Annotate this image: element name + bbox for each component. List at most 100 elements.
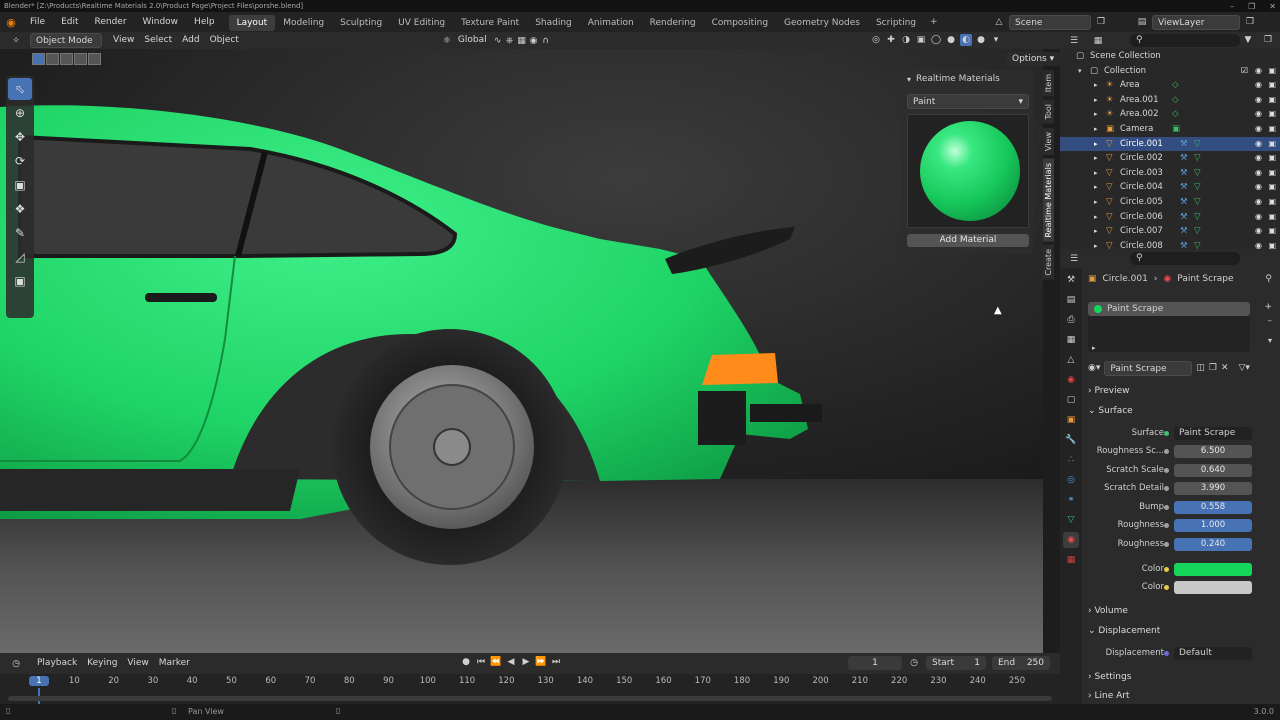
sidebar-tab-view[interactable]: View [1043, 127, 1054, 155]
workspace-tab-uv-editing[interactable]: UV Editing [390, 15, 453, 31]
play-icon[interactable]: ▶ [520, 656, 532, 668]
surface-section[interactable]: ⌄ Surface [1088, 406, 1133, 416]
scene-tab-icon[interactable]: △ [1063, 352, 1079, 368]
jump-keyframe-forward-icon[interactable]: ⏩ [535, 656, 547, 668]
outliner-item[interactable]: ▸ ▽ Circle.004 ⚒ ▽ ◉ ▣ [1060, 180, 1280, 195]
snap-target-icon[interactable]: ▦ [516, 35, 528, 47]
camera-render-icon[interactable]: ▣ [1268, 107, 1276, 122]
falloff-icon[interactable]: ∩ [540, 35, 552, 47]
options-dropdown[interactable]: Options ▾ [1006, 52, 1061, 66]
play-reverse-icon[interactable]: ◀ [505, 656, 517, 668]
measure-tool-icon[interactable]: ◿ [8, 246, 32, 268]
filter-icon[interactable]: ▼ [1242, 34, 1254, 46]
scale-tool-icon[interactable]: ▣ [8, 174, 32, 196]
settings-section[interactable]: › Settings [1088, 672, 1131, 682]
texture-tab-icon[interactable]: ▦ [1063, 552, 1079, 568]
data-tab-icon[interactable]: ▽ [1063, 512, 1079, 528]
select-box-tool-icon[interactable]: ⬁ [8, 78, 32, 100]
outliner-scene-collection[interactable]: ▢ Scene Collection [1060, 49, 1280, 64]
selection-mode-new-icon[interactable] [32, 53, 45, 65]
current-frame-field[interactable]: 1 [848, 656, 902, 670]
wireframe-shading-icon[interactable]: ◯ [930, 34, 942, 46]
expand-arrow-icon[interactable]: ▸ [1094, 239, 1098, 249]
material-tab-icon[interactable]: ◉ [1063, 532, 1079, 548]
duplicate-material-icon[interactable]: ❐ [1209, 363, 1217, 373]
camera-render-icon[interactable]: ▣ [1268, 166, 1276, 181]
expand-arrow-icon[interactable]: ▸ [1094, 166, 1098, 181]
close-icon[interactable]: ✕ [1269, 2, 1276, 11]
render-tab-icon[interactable]: ▤ [1063, 292, 1079, 308]
slot-specials-icon[interactable]: ▾ [1268, 336, 1272, 345]
tool-tab-icon[interactable]: ⚒ [1063, 272, 1079, 288]
transform-tool-icon[interactable]: ❖ [8, 198, 32, 220]
eye-icon[interactable]: ◉ [1255, 64, 1262, 79]
eye-icon[interactable]: ◉ [1255, 78, 1262, 93]
collapse-arrow-icon[interactable]: ▾ [907, 75, 911, 84]
menu-file[interactable]: File [22, 12, 53, 32]
move-tool-icon[interactable]: ✥ [8, 126, 32, 148]
expand-arrow-icon[interactable]: ▸ [1094, 151, 1098, 166]
add-menu[interactable]: Add [177, 33, 204, 48]
remove-slot-icon[interactable]: – [1268, 316, 1273, 326]
eye-icon[interactable]: ◉ [1255, 107, 1262, 122]
material-browse-icon[interactable]: ◉▾ [1088, 363, 1100, 373]
workspace-tab-animation[interactable]: Animation [580, 15, 642, 31]
displacement-section[interactable]: ⌄ Displacement [1088, 626, 1160, 636]
field-value[interactable]: 1.000 [1174, 519, 1252, 532]
fake-user-icon[interactable]: ◫ [1196, 363, 1205, 373]
eye-icon[interactable]: ◉ [1255, 210, 1262, 225]
sidebar-tab-realtime-materials[interactable]: Realtime Materials [1043, 158, 1054, 242]
gizmo-icon[interactable]: ✚ [885, 34, 897, 46]
visibility-icon[interactable]: ◎ [870, 34, 882, 46]
camera-render-icon[interactable]: ▣ [1268, 180, 1276, 195]
sidebar-tab-create[interactable]: Create [1043, 245, 1054, 280]
workspace-tab-shading[interactable]: Shading [527, 15, 580, 31]
outliner-item[interactable]: ▸ ☀ Area ◇ ◉ ▣ [1060, 78, 1280, 93]
orientation-dropdown[interactable]: Global [453, 33, 492, 48]
workspace-tab-geometry-nodes[interactable]: Geometry Nodes [776, 15, 868, 31]
collection-tab-icon[interactable]: ▢ [1063, 392, 1079, 408]
camera-render-icon[interactable]: ▣ [1268, 78, 1276, 93]
camera-render-icon[interactable]: ▣ [1268, 93, 1276, 108]
properties-editor-icon[interactable]: ☰ [1068, 253, 1080, 265]
sidebar-tab-item[interactable]: Item [1043, 70, 1054, 97]
end-frame-field[interactable]: End 250 [992, 656, 1050, 670]
workspace-tab-modeling[interactable]: Modeling [275, 15, 332, 31]
add-slot-icon[interactable]: + [1264, 302, 1272, 312]
color1-swatch[interactable] [1174, 563, 1252, 576]
frame-ruler[interactable]: 1 10 20 30 40 50 60 70 80 90 100 110 120 130 140 150 160… [0, 676, 1060, 690]
viewlayer-new-icon[interactable]: ❐ [1244, 16, 1256, 28]
outliner-item[interactable]: ▸ ☀ Area.002 ◇ ◉ ▣ [1060, 107, 1280, 122]
outliner-item[interactable]: ▸ ☀ Area.001 ◇ ◉ ▣ [1060, 93, 1280, 108]
menu-edit[interactable]: Edit [53, 12, 86, 32]
add-cube-tool-icon[interactable]: ▣ [8, 270, 32, 292]
unlink-material-icon[interactable]: ✕ [1221, 363, 1229, 373]
view-menu[interactable]: View [108, 33, 139, 48]
expand-arrow-icon[interactable]: ▸ [1094, 93, 1098, 108]
viewlayer-selector[interactable]: ▤ ViewLayer ❐ [1136, 14, 1256, 30]
selection-mode-intersect-icon[interactable] [88, 53, 101, 65]
outliner-item[interactable]: ▸ ▽ Circle.006 ⚒ ▽ ◉ ▣ [1060, 210, 1280, 225]
expand-arrow-icon[interactable]: ▸ [1094, 122, 1098, 137]
menu-render[interactable]: Render [87, 12, 135, 32]
outliner-item[interactable]: ▸ ▽ Circle.005 ⚒ ▽ ◉ ▣ [1060, 195, 1280, 210]
camera-render-icon[interactable]: ▣ [1268, 224, 1276, 239]
3d-viewport[interactable]: ⬁ ⊕ ✥ ⟳ ▣ ❖ ✎ ◿ ▣ ▲ [0, 49, 1043, 653]
expand-arrow-icon[interactable]: ▸ [1094, 137, 1098, 152]
shading-options-icon[interactable]: ▾ [990, 34, 1002, 46]
minimize-icon[interactable]: – [1230, 2, 1234, 11]
workspace-tab-scripting[interactable]: Scripting [868, 15, 924, 31]
eye-icon[interactable]: ◉ [1255, 224, 1262, 239]
object-menu[interactable]: Object [205, 33, 244, 48]
eye-icon[interactable]: ◉ [1255, 239, 1262, 249]
new-collection-icon[interactable]: ❐ [1262, 34, 1274, 46]
expand-arrow-icon[interactable]: ▸ [1094, 195, 1098, 210]
outliner-item[interactable]: ▸ ▣ Camera ▣ ◉ ▣ [1060, 122, 1280, 137]
solid-shading-icon[interactable]: ● [945, 34, 957, 46]
expand-arrow-icon[interactable]: ▸ [1094, 180, 1098, 195]
viewlayer-name[interactable]: ViewLayer [1152, 14, 1240, 30]
outliner-collection[interactable]: ▾ ▢ Collection ☑ ◉ ▣ [1060, 64, 1280, 79]
properties-search-input[interactable]: ⚲ [1130, 252, 1240, 265]
start-frame-field[interactable]: Start 1 [926, 656, 986, 670]
eye-icon[interactable]: ◉ [1255, 195, 1262, 210]
